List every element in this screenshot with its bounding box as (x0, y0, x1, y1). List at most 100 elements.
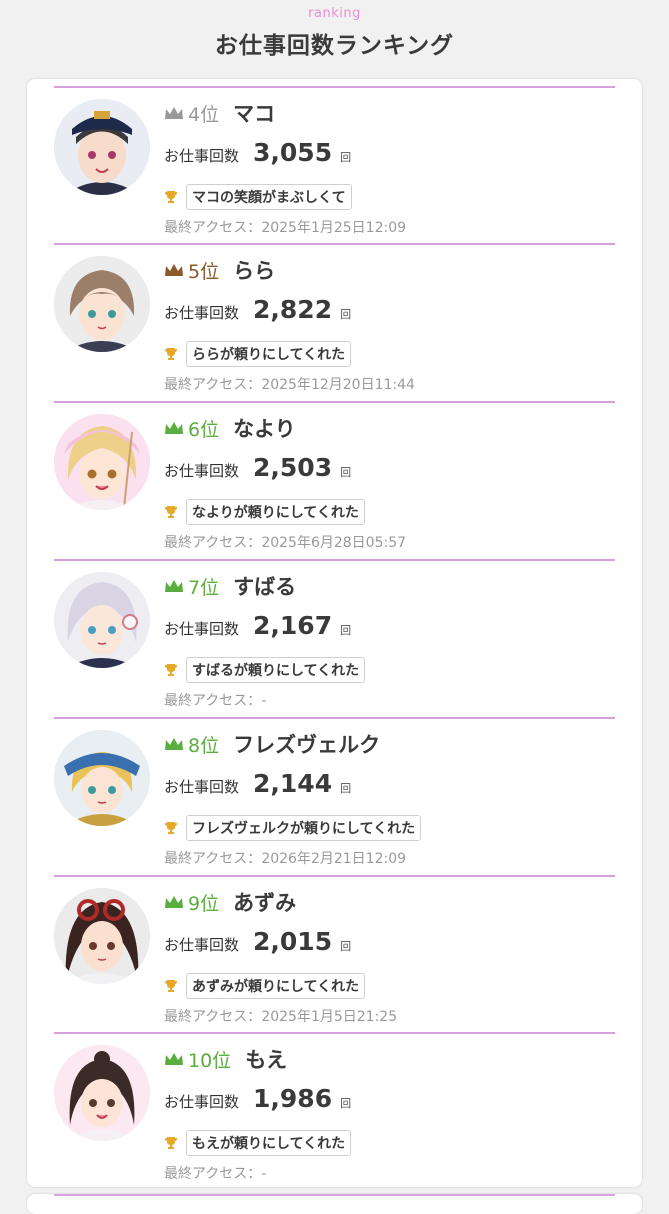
trophy-icon (164, 505, 178, 519)
last-access-label: 最終アクセス： (164, 1009, 262, 1025)
divider (54, 1032, 615, 1034)
divider (54, 243, 615, 245)
last-access-label: 最終アクセス： (164, 220, 262, 236)
last-access-label: 最終アクセス： (164, 1166, 262, 1182)
job-count-label: お仕事回数 (164, 620, 240, 638)
trophy-icon (164, 821, 178, 835)
avatar[interactable] (54, 888, 150, 984)
page-subtitle: ranking (308, 6, 361, 21)
trophy-icon (164, 663, 178, 677)
rank-label: 7位 (188, 576, 220, 599)
avatar[interactable] (54, 730, 150, 826)
rank-label: 9位 (188, 892, 220, 915)
job-count-label: お仕事回数 (164, 778, 240, 796)
last-access: 最終アクセス：- (164, 690, 266, 710)
ranking-item[interactable]: 7位 すばる お仕事回数 2,167 回 すばるが頼りにしてくれた 最終アクセス：- (54, 559, 615, 716)
ranking-list: 4位 マコ お仕事回数 3,055 回 マコの笑顔がまぶしくて 最終アクセス：2025… (27, 79, 642, 1187)
divider (54, 559, 615, 561)
character-name: すばる (233, 575, 297, 599)
divider (54, 86, 615, 88)
title-badge: もえが頼りにしてくれた (186, 1130, 352, 1156)
job-count-unit: 回 (340, 308, 352, 321)
ranking-item[interactable]: 8位 フレズヴェルク お仕事回数 2,144 回 フレズヴェルクが頼りにしてくれた 最… (54, 717, 615, 874)
title-badge: フレズヴェルクが頼りにしてくれた (186, 815, 422, 841)
crown-icon (164, 421, 184, 435)
job-count-value: 2,822 (253, 295, 333, 324)
character-name: もえ (245, 1048, 288, 1072)
avatar[interactable] (54, 572, 150, 668)
job-count-label: お仕事回数 (164, 304, 240, 322)
last-access: 最終アクセス：2025年1月5日21:25 (164, 1006, 397, 1026)
trophy-icon (164, 347, 178, 361)
job-count-value: 1,986 (253, 1084, 333, 1113)
rank-label: 5位 (188, 260, 220, 283)
rank-label: 10位 (188, 1049, 232, 1072)
crown-icon (164, 1052, 184, 1066)
crown-icon (164, 579, 184, 593)
last-access-value: 2025年1月5日21:25 (261, 1009, 398, 1025)
job-count-label: お仕事回数 (164, 462, 240, 480)
divider (54, 401, 615, 403)
trophy-icon (164, 190, 178, 204)
character-name: フレズヴェルク (233, 733, 381, 757)
job-count-label: お仕事回数 (164, 936, 240, 954)
next-ranking-card (27, 1194, 642, 1214)
job-count-unit: 回 (340, 1097, 352, 1110)
ranking-item[interactable]: 6位 なより お仕事回数 2,503 回 なよりが頼りにしてくれた 最終アクセス：20… (54, 401, 615, 558)
job-count-value: 2,503 (253, 453, 333, 482)
character-name: らら (233, 259, 276, 283)
last-access: 最終アクセス：2025年1月25日12:09 (164, 217, 406, 237)
avatar[interactable] (54, 414, 150, 510)
rank-label: 6位 (188, 418, 220, 441)
last-access-label: 最終アクセス： (164, 377, 262, 393)
rank-label: 4位 (188, 103, 220, 126)
ranking-item[interactable]: 5位 らら お仕事回数 2,822 回 ららが頼りにしてくれた 最終アクセス：2025… (54, 243, 615, 400)
last-access: 最終アクセス：2025年6月28日05:57 (164, 532, 406, 552)
avatar[interactable] (54, 256, 150, 352)
avatar[interactable] (54, 1045, 150, 1141)
job-count-value: 2,167 (253, 611, 333, 640)
last-access-label: 最終アクセス： (164, 851, 262, 867)
job-count-label: お仕事回数 (164, 1093, 240, 1111)
last-access-value: - (261, 1166, 267, 1182)
trophy-icon (164, 979, 178, 993)
job-count-value: 2,144 (253, 769, 333, 798)
last-access: 最終アクセス：2025年12月20日11:44 (164, 374, 415, 394)
title-badge: マコの笑顔がまぶしくて (186, 184, 352, 210)
last-access-value: 2025年12月20日11:44 (261, 377, 415, 393)
last-access-value: 2025年6月28日05:57 (261, 535, 407, 551)
last-access-label: 最終アクセス： (164, 535, 262, 551)
divider (54, 875, 615, 877)
job-count-unit: 回 (340, 466, 352, 479)
last-access-value: 2026年2月21日12:09 (261, 851, 407, 867)
last-access-value: - (261, 693, 267, 709)
ranking-item[interactable]: 9位 あずみ お仕事回数 2,015 回 あずみが頼りにしてくれた 最終アクセス：20… (54, 875, 615, 1032)
ranking-item[interactable]: 10位 もえ お仕事回数 1,986 回 もえが頼りにしてくれた 最終アクセス：- (54, 1032, 615, 1187)
crown-icon (164, 895, 184, 909)
job-count-unit: 回 (340, 782, 352, 795)
job-count-label: お仕事回数 (164, 147, 240, 165)
ranking-item[interactable]: 4位 マコ お仕事回数 3,055 回 マコの笑顔がまぶしくて 最終アクセス：2025… (54, 86, 615, 243)
job-count-unit: 回 (340, 940, 352, 953)
page-title: お仕事回数ランキング (214, 33, 455, 59)
rank-label: 8位 (188, 734, 220, 757)
divider (54, 717, 615, 719)
last-access-label: 最終アクセス： (164, 693, 262, 709)
character-name: マコ (233, 102, 276, 126)
last-access: 最終アクセス：- (164, 1163, 266, 1183)
title-badge: なよりが頼りにしてくれた (186, 499, 365, 525)
page-header: ranking お仕事回数ランキング (0, 0, 669, 78)
last-access: 最終アクセス：2026年2月21日12:09 (164, 848, 406, 868)
job-count-unit: 回 (340, 624, 352, 637)
job-count-unit: 回 (340, 151, 352, 164)
crown-icon (164, 106, 184, 120)
job-count-value: 3,055 (253, 138, 333, 167)
character-name: なより (233, 417, 296, 441)
crown-icon (164, 737, 184, 751)
title-badge: ららが頼りにしてくれた (186, 341, 352, 367)
divider (54, 1194, 615, 1196)
crown-icon (164, 263, 184, 277)
job-count-value: 2,015 (253, 927, 333, 956)
title-badge: あずみが頼りにしてくれた (186, 973, 366, 999)
avatar[interactable] (54, 99, 150, 195)
